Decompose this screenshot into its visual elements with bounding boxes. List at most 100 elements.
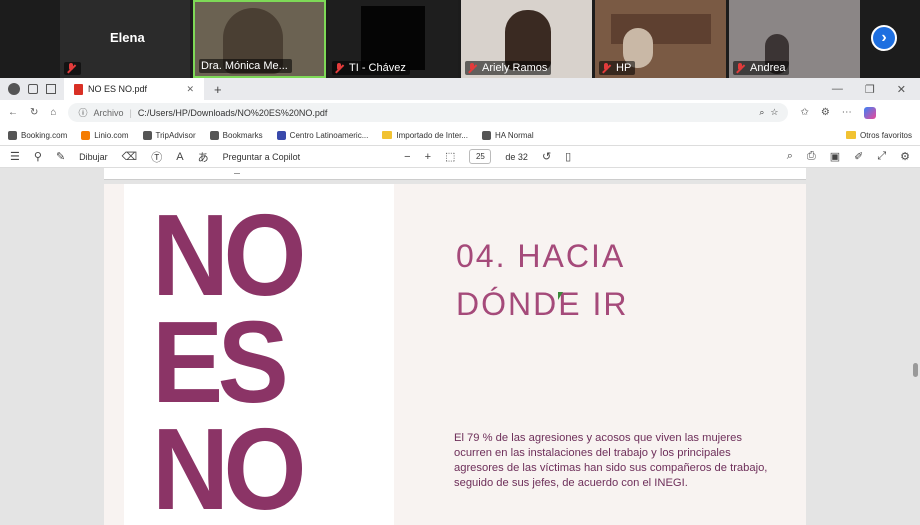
close-tab-icon[interactable]: ✕ [186,84,194,95]
translate-icon[interactable]: あ [198,149,209,165]
mic-muted-icon [334,62,345,74]
refresh-icon[interactable]: ↻ [30,107,38,118]
minimize-icon[interactable]: — [832,83,843,96]
favorite-star-icon[interactable]: ☆ [770,107,778,118]
page-mark [234,173,240,174]
read-aloud-icon[interactable]: A [176,151,183,163]
bookmark-folder[interactable]: Importado de Inter... [382,131,468,140]
text-icon[interactable]: Ⓣ [151,149,162,165]
previous-page [104,168,806,180]
participant-tile-monica[interactable]: Dra. Mónica Me... [193,0,326,78]
contents-icon[interactable]: ☰ [10,150,20,163]
bookmark-item[interactable]: Booking.com [8,130,68,140]
bookmarks-bar: Booking.com Linio.com TripAdvisor Bookma… [0,125,920,146]
fit-page-icon[interactable]: ⬚ [445,150,455,163]
fullscreen-icon[interactable]: ⤢ [877,150,886,163]
tab-pdf[interactable]: NO ES NO.pdf ✕ [64,78,204,100]
mouse-cursor [558,292,563,300]
bookmark-item[interactable]: TripAdvisor [142,130,196,140]
bookmark-label: Importado de Inter... [396,130,468,140]
close-window-icon[interactable]: ✕ [897,83,906,96]
bookmark-label: Booking.com [21,130,68,140]
info-icon: ⓘ [78,108,88,118]
more-menu-icon[interactable]: ⋯ [842,107,852,118]
participant-tile-chavez[interactable]: TI - Chávez [328,0,458,78]
participant-name: Ariely Ramos [482,62,548,74]
save-icon[interactable]: ▣ [830,150,840,163]
home-icon[interactable]: ⌂ [50,107,56,118]
participant-name: Elena [110,30,145,45]
page-total: de 32 [505,151,528,162]
participant-label: Dra. Mónica Me... [199,59,292,73]
participant-name: Dra. Mónica Me... [201,60,288,72]
bookmark-label: Bookmarks [222,130,263,140]
zoom-in-icon[interactable]: + [425,151,431,163]
mic-muted-icon [66,63,77,74]
next-participants-button[interactable]: › [871,25,897,51]
address-bar[interactable]: ⓘ Archivo | C:/Users/HP/Downloads/NO%20E… [68,103,789,122]
profile-icon[interactable] [8,83,20,95]
new-tab-button[interactable]: + [214,82,222,97]
page-icon [209,130,219,140]
other-favorites-folder[interactable]: Otros favoritos [845,131,912,140]
bookmark-label: Linio.com [94,130,129,140]
section-heading: 04. HACIA DÓNDE IR [456,232,628,328]
page-view-icon[interactable]: ▯ [565,150,571,163]
draw-label[interactable]: Dibujar [79,152,108,162]
participant-name: Andrea [750,62,786,74]
participant-tile-andrea[interactable]: Andrea [729,0,860,78]
pdf-icon [74,83,83,95]
mic-muted-icon [735,62,746,74]
participant-tile-elena[interactable]: Elena [60,0,190,78]
site-icon [276,130,286,140]
browser-window: NO ES NO.pdf ✕ + — ❐ ✕ ← ↻ ⌂ ⓘ Archivo |… [0,78,920,525]
page-number-input[interactable]: 25 [469,149,492,164]
print-icon[interactable]: ⎙ [807,150,816,163]
scrollbar-thumb[interactable] [913,363,918,377]
page-icon [481,130,491,140]
pdf-viewer[interactable]: NO ES NO 04. HACIA DÓNDE IR El 79 % de l… [0,168,920,525]
folder-icon [845,131,856,139]
url-text: C:/Users/HP/Downloads/NO%20ES%20NO.pdf [137,107,328,118]
bookmark-item[interactable]: Bookmarks [209,130,263,140]
highlight-icon[interactable]: ⚲ [34,150,42,163]
page-icon [8,130,17,140]
bookmark-label: Centro Latinoameric... [289,130,369,140]
bookmark-item[interactable]: Centro Latinoameric... [276,130,369,140]
pdf-page: NO ES NO 04. HACIA DÓNDE IR El 79 % de l… [104,184,806,525]
favorites-icon[interactable]: ✩ [800,107,808,118]
erase-icon[interactable]: ⌫ [122,150,138,163]
save-as-icon[interactable]: ✐ [854,150,863,163]
big-title-line: NO [152,190,307,320]
back-icon[interactable]: ← [8,107,18,118]
bookmark-item[interactable]: Linio.com [81,130,129,140]
rotate-icon[interactable]: ↺ [542,150,551,163]
folder-icon [382,131,393,139]
body-paragraph: El 79 % de las agresiones y acosos que v… [454,432,768,489]
vertical-tabs-icon[interactable] [46,84,56,94]
participant-name: TI - Chávez [349,62,406,74]
participant-muted-indicator [64,62,81,75]
settings-icon[interactable]: ⚙ [900,150,910,163]
heading-line: DÓNDE IR [456,286,629,322]
bookmark-label: HA Normal [494,130,534,140]
draw-icon[interactable]: ✎ [56,150,65,163]
participant-label: Ariely Ramos [465,61,552,75]
participant-label: HP [599,61,636,75]
tab-title: NO ES NO.pdf [88,84,148,94]
participant-tile-hp[interactable]: HP [595,0,726,78]
extensions-icon[interactable]: ⚙ [821,107,830,118]
tab-actions-icon[interactable] [28,84,38,94]
participant-name: HP [616,62,632,74]
mic-muted-icon [467,62,478,74]
zoom-out-icon[interactable]: − [404,151,410,163]
restore-icon[interactable]: ❐ [865,83,875,96]
tab-bar: NO ES NO.pdf ✕ + — ❐ ✕ [0,78,920,100]
bookmark-label: TripAdvisor [155,130,196,140]
zoom-icon[interactable]: ⌕ [759,107,764,118]
ask-copilot-button[interactable]: Preguntar a Copilot [223,152,301,162]
participant-tile-ariely[interactable]: Ariely Ramos [461,0,592,78]
copilot-icon[interactable] [863,106,876,119]
search-icon[interactable]: ⌕ [787,150,793,163]
bookmark-item[interactable]: HA Normal [481,130,534,140]
